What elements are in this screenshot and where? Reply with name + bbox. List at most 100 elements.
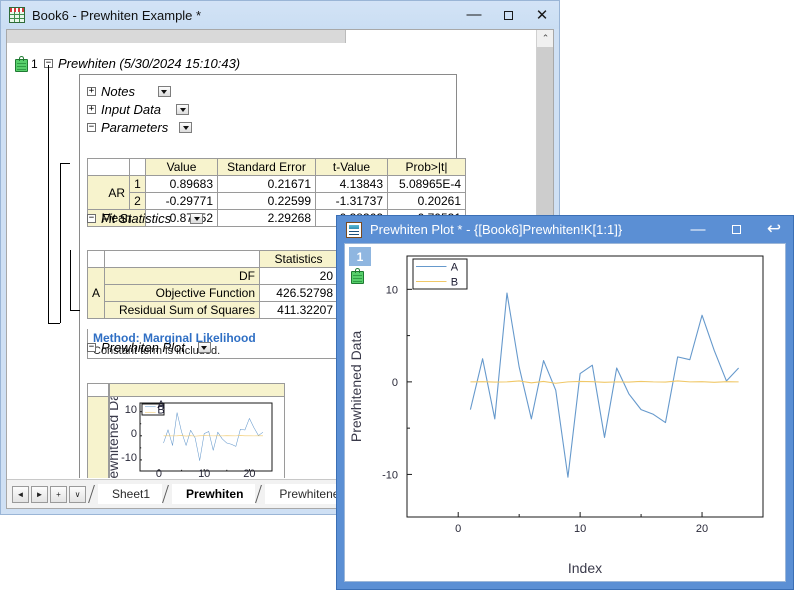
nav-first-button[interactable]: ◄: [12, 485, 29, 503]
fit-value-objective: 426.52798: [259, 284, 339, 302]
svg-text:-10: -10: [382, 469, 398, 481]
chevron-down-icon-notes[interactable]: [157, 86, 171, 97]
mini-chart-svg: 01020-10010IndexPrewhitened DataAB: [110, 397, 273, 478]
table-header-row: Value Standard Error t-Value Prob>|t|: [87, 158, 466, 176]
fit-label-df: DF: [104, 267, 261, 285]
svg-text:B: B: [451, 276, 458, 288]
section-label-parameters: Parameters: [101, 120, 169, 135]
nav-last-button[interactable]: ►: [31, 485, 48, 503]
section-parameters[interactable]: − Parameters: [87, 120, 193, 135]
workbook-icon: [9, 7, 25, 23]
section-label-prewhiten-plot: Prewhiten Plot: [101, 340, 185, 355]
workbook-titlebar[interactable]: Book6 - Prewhiten Example * — ✕: [1, 1, 559, 29]
param-col-value: Value: [145, 158, 218, 176]
tree-connector-vertical-3: [70, 250, 71, 310]
table-row: A DF 20: [86, 267, 339, 319]
chart-root: 0 10 20 -10 0 10 Index Prewhitened Data A B: [345, 244, 785, 581]
scrollbar-thumb[interactable]: [537, 47, 553, 232]
embedded-graph-thumbnail[interactable]: 01020-10010IndexPrewhitened DataAB: [109, 396, 285, 478]
param-value-1: 0.89683: [145, 175, 218, 193]
sheet-tab-sheet1[interactable]: Sheet1: [98, 484, 163, 504]
plot-window: Prewhiten Plot * - {[Book6]Prewhiten!K[1…: [336, 215, 794, 590]
plot-titlebar[interactable]: Prewhiten Plot * - {[Book6]Prewhiten!K[1…: [337, 216, 793, 243]
section-label-notes: Notes: [101, 84, 135, 99]
fit-group-a: A: [86, 267, 106, 319]
param-prob-1: 5.08965E-4: [387, 175, 466, 193]
param-index-1: 1: [129, 175, 146, 193]
section-prewhiten-plot[interactable]: − Prewhiten Plot: [87, 340, 211, 355]
param-index-2: 2: [129, 192, 146, 210]
sheet-tab-prewhiten[interactable]: Prewhiten: [172, 484, 256, 504]
embedded-corner-cell: [87, 383, 109, 397]
tab-separator: [255, 484, 265, 504]
report-root-node[interactable]: − Prewhiten (5/30/2024 15:10:43): [44, 56, 240, 71]
workbook-title: Book6 - Prewhiten Example *: [32, 7, 202, 23]
workbook-maximize-button[interactable]: [491, 1, 525, 29]
param-value-2: -0.29771: [145, 192, 218, 210]
tree-connector-branch: [48, 323, 60, 324]
fit-statistics-table-wrap: Statistics A DF 20 Objective Function 42…: [86, 250, 339, 319]
fit-value-df: 20: [259, 267, 339, 285]
workbook-close-button[interactable]: ✕: [525, 1, 559, 29]
svg-text:0: 0: [156, 468, 162, 478]
svg-text:Prewhitened Data: Prewhitened Data: [348, 331, 364, 443]
svg-text:20: 20: [243, 468, 255, 478]
svg-text:10: 10: [386, 284, 398, 296]
section-label-input-data: Input Data: [101, 102, 161, 117]
svg-text:Prewhitened Data: Prewhitened Data: [110, 397, 121, 478]
svg-text:Index: Index: [189, 477, 223, 478]
param-tvalue-1: 4.13843: [315, 175, 388, 193]
plot-maximize-button[interactable]: [717, 216, 755, 243]
plot-restore-button[interactable]: ↩: [755, 216, 793, 243]
collapse-toggle-fit-statistics[interactable]: −: [87, 214, 96, 223]
param-tvalue-2: -1.31737: [315, 192, 388, 210]
sheet-menu-button[interactable]: ∨: [69, 485, 86, 503]
collapse-toggle-prewhiten-plot[interactable]: −: [87, 343, 96, 352]
collapse-toggle-parameters[interactable]: −: [87, 123, 96, 132]
add-sheet-button[interactable]: +: [50, 485, 67, 503]
chevron-down-icon-input-data[interactable]: [176, 104, 189, 115]
graph-icon: [346, 221, 362, 238]
table-header-row: Statistics: [86, 250, 339, 268]
chevron-down-icon-parameters[interactable]: [179, 122, 193, 133]
svg-text:0: 0: [455, 523, 461, 535]
lock-icon: [15, 56, 29, 74]
param-prob-2: 0.20261: [387, 192, 466, 210]
svg-text:0: 0: [392, 377, 398, 389]
svg-text:-10: -10: [121, 452, 137, 464]
tree-connector-branch-3: [70, 310, 80, 311]
param-stderr-2: 0.22599: [217, 192, 316, 210]
param-stderr-mean: 2.29268: [217, 209, 316, 227]
section-fit-statistics[interactable]: − Fit Statistics: [87, 211, 204, 226]
svg-text:Index: Index: [568, 560, 602, 576]
fit-col-statistics: Statistics: [259, 250, 339, 268]
svg-text:A: A: [451, 261, 459, 273]
fit-label-rss: Residual Sum of Squares: [104, 301, 261, 319]
param-stderr-1: 0.21671: [217, 175, 316, 193]
fit-col-blank1: [86, 250, 106, 268]
report-root-label: Prewhiten (5/30/2024 15:10:43): [58, 56, 241, 71]
scroll-up-icon[interactable]: ⌃: [537, 30, 553, 47]
tab-separator: [162, 484, 172, 504]
table-row: AR 1 0.89683 0.21671 4.13843 5.08965E-4: [87, 175, 466, 210]
chevron-down-icon-prewhiten-plot[interactable]: [197, 342, 211, 353]
tree-connector-branch-2: [60, 163, 70, 164]
svg-text:B: B: [157, 404, 164, 416]
plot-minimize-button[interactable]: —: [679, 216, 717, 243]
expand-toggle-notes[interactable]: +: [87, 87, 96, 96]
param-col-blank2: [129, 158, 146, 176]
table-row: 2 -0.29771 0.22599 -1.31737 0.20261: [88, 192, 466, 210]
plot-window-title: Prewhiten Plot * - {[Book6]Prewhiten!K[1…: [370, 222, 623, 237]
tree-connector-vertical: [48, 65, 49, 323]
fit-label-objective: Objective Function: [104, 284, 261, 302]
workbook-minimize-button[interactable]: —: [457, 1, 491, 29]
section-notes[interactable]: + Notes: [87, 84, 171, 99]
expand-toggle-input-data[interactable]: +: [87, 105, 96, 114]
fit-value-rss: 411.32207: [259, 301, 339, 319]
table-row: Residual Sum of Squares 411.32207: [88, 301, 339, 319]
chevron-down-icon-fit-statistics[interactable]: [190, 213, 204, 224]
section-input-data[interactable]: + Input Data: [87, 102, 189, 117]
embedded-plot-wrap: 01020-10010IndexPrewhitened DataAB: [87, 383, 285, 478]
tree-connector-vertical-2: [60, 163, 61, 323]
fit-col-blank2: [104, 250, 261, 268]
